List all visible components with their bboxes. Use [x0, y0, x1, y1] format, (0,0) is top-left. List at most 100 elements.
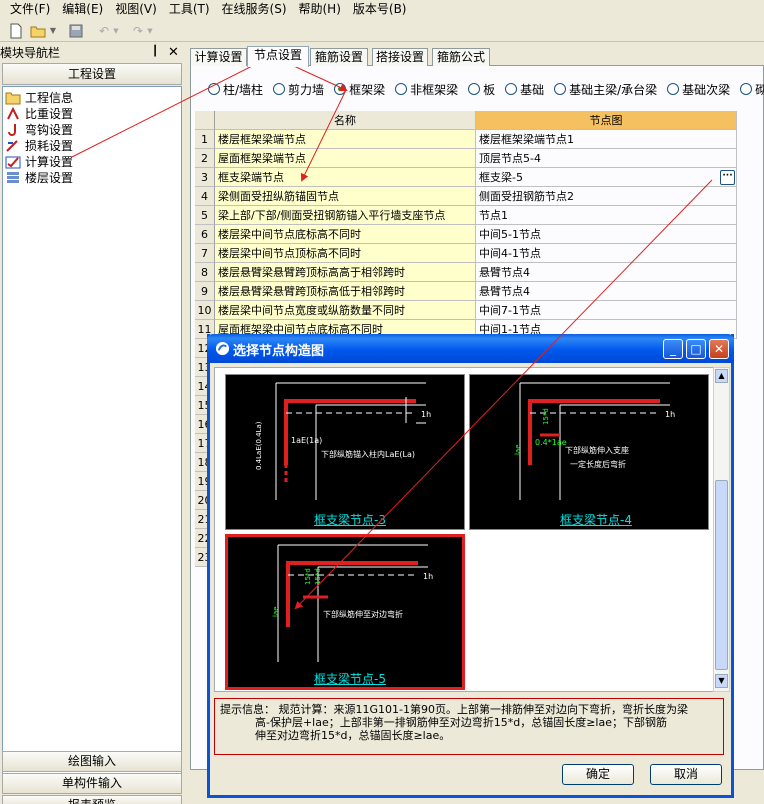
radio-non-frame-beam[interactable]: 非框架梁 — [395, 80, 458, 98]
menu-version[interactable]: 版本号(B) — [347, 0, 413, 19]
diagram-thumbnail-3[interactable]: 1h 1aE(1a) 下部纵筋锚入柱内LaE(La) 0.4LaE(0.4La)… — [225, 374, 465, 530]
menu-view[interactable]: 视图(V) — [109, 0, 163, 19]
radio-foundation[interactable]: 基础 — [505, 80, 544, 98]
sidebar-item-loss[interactable]: 损耗设置 — [5, 138, 73, 154]
project-settings-header[interactable]: 工程设置 — [2, 63, 182, 85]
row-value[interactable]: 悬臂节点4 — [476, 263, 737, 282]
redo-icon[interactable]: ↷ — [130, 23, 146, 39]
table-row[interactable]: 8 楼层悬臂梁悬臂跨顶标高高于相邻跨时 悬臂节点4 — [195, 263, 737, 282]
menu-online-service[interactable]: 在线服务(S) — [216, 0, 293, 19]
pin-icon[interactable]: ┃ — [152, 46, 158, 57]
tab-node-settings[interactable]: 节点设置 — [247, 46, 309, 67]
radio-dot[interactable] — [667, 83, 680, 95]
drawing-input-button[interactable]: 绘图输入 — [2, 751, 182, 772]
row-value[interactable]: 楼层框架梁端节点1 — [476, 130, 737, 149]
radio-dot[interactable] — [208, 83, 220, 95]
diagram-text: 15*d — [314, 568, 322, 585]
open-folder-icon[interactable] — [30, 23, 46, 39]
radio-shear-wall[interactable]: 剪力墙 — [273, 80, 324, 98]
column-header-name[interactable]: 名称 — [215, 111, 476, 130]
menu-edit[interactable]: 编辑(E) — [56, 0, 109, 19]
radio-dot[interactable] — [554, 83, 567, 95]
table-row[interactable]: 9 楼层悬臂梁悬臂跨顶标高低于相邻跨时 悬臂节点4 — [195, 282, 737, 301]
sidebar-item-floors[interactable]: 楼层设置 — [5, 170, 73, 186]
thumbnail-label[interactable]: 框支梁节点-4 — [560, 511, 632, 528]
sidebar-item-label: 楼层设置 — [25, 171, 74, 185]
diagram-text: 0.4*1ae — [535, 438, 567, 447]
tab-lap-settings[interactable]: 搭接设置 — [372, 48, 428, 66]
radio-foundation-main-beam[interactable]: 基础主梁/承台梁 — [554, 80, 657, 98]
row-value[interactable]: 中间7-1节点 — [476, 301, 737, 320]
dialog-titlebar[interactable]: 选择节点构造图 _ □ ✕ — [207, 334, 734, 363]
cancel-button[interactable]: 取消 — [650, 764, 722, 785]
radio-dot[interactable] — [740, 83, 753, 95]
save-icon[interactable] — [68, 23, 84, 39]
menu-file[interactable]: 文件(F) — [4, 0, 56, 19]
table-row[interactable]: 7 楼层梁中间节点顶标高不同时 中间4-1节点 — [195, 244, 737, 263]
report-preview-button[interactable]: 报表预览 — [2, 795, 182, 804]
folder-icon — [5, 92, 21, 105]
diagram-text: 15*d — [542, 408, 550, 425]
redo-dropdown-icon[interactable]: ▼ — [146, 23, 154, 39]
table-row[interactable]: 10 楼层梁中间节点宽度或纵筋数量不同时 中间7-1节点 — [195, 301, 737, 320]
row-value-selected[interactable]: 框支梁-5 — [476, 168, 737, 187]
row-value[interactable]: 节点1 — [476, 206, 737, 225]
undo-dropdown-icon[interactable]: ▼ — [112, 23, 120, 39]
close-icon[interactable]: ✕ — [168, 45, 179, 60]
radio-column[interactable]: 柱/墙柱 — [208, 80, 263, 98]
table-row[interactable]: 6 楼层梁中间节点底标高不同时 中间5-1节点 — [195, 225, 737, 244]
sidebar-item-density[interactable]: 比重设置 — [5, 106, 73, 122]
row-value[interactable]: 中间5-1节点 — [476, 225, 737, 244]
new-file-icon[interactable] — [8, 23, 24, 39]
menu-tools[interactable]: 工具(T) — [163, 0, 216, 19]
diagram-text: 1h — [423, 572, 433, 581]
sidebar-item-project-info[interactable]: 工程信息 — [5, 90, 73, 106]
diagram-thumbnail-4[interactable]: 0.4*1ae 15*d lae 下部纵筋伸入支座 一定长度后弯折 1h 框支梁… — [469, 374, 709, 530]
radio-dot[interactable] — [395, 83, 408, 95]
ellipsis-button[interactable]: ··· — [720, 170, 735, 185]
minimize-button[interactable]: _ — [663, 339, 683, 359]
radio-foundation-secondary-beam[interactable]: 基础次梁 — [667, 80, 730, 98]
radio-masonry[interactable]: 砌 — [740, 80, 764, 98]
tab-stirrup-settings[interactable]: 箍筋设置 — [310, 48, 368, 66]
radio-dot[interactable] — [273, 83, 286, 95]
maximize-button[interactable]: □ — [686, 339, 706, 359]
menu-bar: 文件(F) 编辑(E) 视图(V) 工具(T) 在线服务(S) 帮助(H) 版本… — [0, 0, 764, 19]
gallery-scrollbar[interactable]: ▲ ▼ — [713, 367, 730, 692]
sidebar-item-hook[interactable]: 弯钩设置 — [5, 122, 73, 138]
sidebar-item-calculation[interactable]: 计算设置 — [5, 154, 73, 170]
table-row[interactable]: 3 框支梁端节点 框支梁-5 ··· — [195, 168, 737, 187]
scroll-down-icon[interactable]: ▼ — [715, 674, 728, 688]
tab-calculation[interactable]: 计算设置 — [190, 48, 247, 66]
radio-slab[interactable]: 板 — [468, 80, 495, 98]
dropdown-arrow-icon[interactable]: ▼ — [48, 23, 58, 39]
menu-help[interactable]: 帮助(H) — [293, 0, 347, 19]
radio-label: 砌 — [755, 82, 764, 97]
column-header-node-diagram[interactable]: 节点图 — [476, 111, 737, 130]
thumbnail-label[interactable]: 框支梁节点-5 — [314, 670, 386, 687]
row-value[interactable]: 中间4-1节点 — [476, 244, 737, 263]
radio-frame-beam[interactable]: 框架梁 — [334, 80, 385, 98]
thumbnail-label[interactable]: 框支梁节点-3 — [314, 511, 386, 528]
settings-tree: 工程信息 比重设置 弯钩设置 损耗设置 计算设置 楼层设置 — [2, 86, 182, 794]
row-value[interactable]: 悬臂节点4 — [476, 282, 737, 301]
table-row[interactable]: 5 梁上部/下部/侧面受扭钢筋锚入平行墙支座节点 节点1 — [195, 206, 737, 225]
table-row[interactable]: 4 梁侧面受扭纵筋锚固节点 侧面受扭钢筋节点2 — [195, 187, 737, 206]
close-button[interactable]: ✕ — [709, 339, 729, 359]
row-name: 框支梁端节点 — [215, 168, 476, 187]
diagram-thumbnail-5-selected[interactable]: 15*d 15*d lae 下部纵筋伸至对边弯折 1h 框支梁节点-5 — [225, 534, 465, 690]
row-number: 1 — [195, 130, 215, 149]
row-value[interactable]: 侧面受扭钢筋节点2 — [476, 187, 737, 206]
ok-button[interactable]: 确定 — [562, 764, 634, 785]
tab-stirrup-formula[interactable]: 箍筋公式 — [432, 48, 490, 66]
radio-dot[interactable] — [505, 83, 518, 95]
scroll-up-icon[interactable]: ▲ — [715, 369, 728, 383]
table-row[interactable]: 1 楼层框架梁端节点 楼层框架梁端节点1 — [195, 130, 737, 149]
row-value[interactable]: 顶层节点5-4 — [476, 149, 737, 168]
table-row[interactable]: 2 屋面框架梁端节点 顶层节点5-4 — [195, 149, 737, 168]
radio-dot-selected[interactable] — [334, 83, 347, 95]
radio-dot[interactable] — [468, 83, 481, 95]
single-component-input-button[interactable]: 单构件输入 — [2, 773, 182, 794]
undo-icon[interactable]: ↶ — [96, 23, 112, 39]
scroll-thumb[interactable] — [715, 480, 728, 670]
